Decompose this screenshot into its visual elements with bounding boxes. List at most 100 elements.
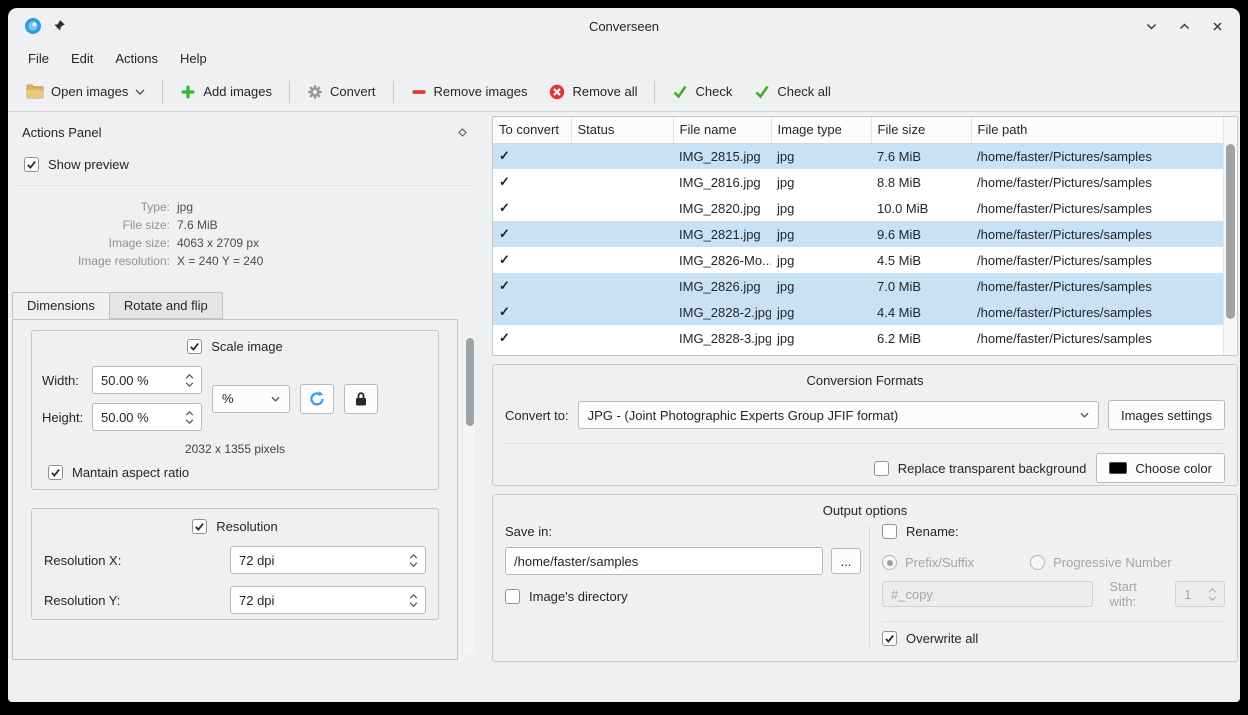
cell-to-convert[interactable]: ✓ xyxy=(493,325,571,351)
resolution-checkbox[interactable]: Resolution xyxy=(192,519,277,534)
table-row[interactable]: ✓ IMG_2828-3.jpg jpg 6.2 MiB /home/faste… xyxy=(493,325,1223,351)
info-type-label: Type: xyxy=(10,200,170,214)
height-spinbox[interactable]: 50.00 % xyxy=(92,403,202,431)
rename-checkbox[interactable]: Rename: xyxy=(882,524,959,539)
table-scrollbar-thumb[interactable] xyxy=(1226,144,1235,319)
lock-icon xyxy=(354,391,368,407)
pixel-size-text: 2032 x 1355 pixels xyxy=(42,442,428,456)
row-check-icon[interactable]: ✓ xyxy=(499,200,510,215)
cell-to-convert[interactable]: ✓ xyxy=(493,169,571,195)
cell-to-convert[interactable]: ✓ xyxy=(493,273,571,299)
table-row[interactable]: ✓ IMG_2816.jpg jpg 8.8 MiB /home/faster/… xyxy=(493,169,1223,195)
row-check-icon[interactable]: ✓ xyxy=(499,252,510,267)
tab-dimensions[interactable]: Dimensions xyxy=(12,292,110,319)
check-button[interactable]: Check xyxy=(662,77,742,106)
cell-to-convert[interactable]: ✓ xyxy=(493,143,571,169)
conversion-formats-group: Conversion Formats Convert to: JPG - (Jo… xyxy=(492,364,1238,486)
lock-aspect-button[interactable] xyxy=(344,384,378,414)
spin-arrows[interactable] xyxy=(407,554,420,567)
width-spinbox[interactable]: 50.00 % xyxy=(92,366,202,394)
unit-combo[interactable]: % xyxy=(212,385,290,413)
replace-transparent-background-checkbox[interactable]: Replace transparent background xyxy=(874,461,1087,476)
convert-button[interactable]: Convert xyxy=(297,77,386,107)
menu-actions[interactable]: Actions xyxy=(105,48,168,69)
remove-images-button[interactable]: Remove images xyxy=(401,77,538,107)
minimize-button[interactable] xyxy=(1145,20,1158,33)
checkbox-icon xyxy=(505,589,520,604)
resolution-x-spinbox[interactable]: 72 dpi xyxy=(230,546,426,574)
remove-minus-icon xyxy=(411,84,427,100)
refresh-dimensions-button[interactable] xyxy=(300,384,334,414)
remove-all-button[interactable]: Remove all xyxy=(539,77,647,107)
scale-image-checkbox[interactable]: Scale image xyxy=(187,339,283,354)
close-button[interactable] xyxy=(1211,20,1224,33)
save-path-input[interactable] xyxy=(505,547,823,575)
row-check-icon[interactable]: ✓ xyxy=(499,174,510,189)
cell-file-size: 4.4 MiB xyxy=(871,299,971,325)
menu-edit[interactable]: Edit xyxy=(61,48,103,69)
open-images-button[interactable]: Open images xyxy=(16,77,155,106)
cell-to-convert[interactable]: ✓ xyxy=(493,195,571,221)
add-images-button[interactable]: Add images xyxy=(170,77,282,107)
cell-file-path: /home/faster/Pictures/samples xyxy=(971,169,1223,195)
spin-arrows[interactable] xyxy=(183,411,196,424)
images-directory-checkbox[interactable]: Image's directory xyxy=(505,589,628,604)
table-row[interactable]: ✓ IMG_2826-Mo... jpg 4.5 MiB /home/faste… xyxy=(493,247,1223,273)
table-row[interactable]: ✓ IMG_2826.jpg jpg 7.0 MiB /home/faster/… xyxy=(493,273,1223,299)
row-check-icon[interactable]: ✓ xyxy=(499,278,510,293)
float-panel-icon[interactable] xyxy=(457,127,468,138)
cell-image-type: jpg xyxy=(771,273,871,299)
choose-color-button[interactable]: Choose color xyxy=(1096,453,1225,483)
chevron-down-icon xyxy=(271,396,280,402)
table-row[interactable]: ✓ IMG_2821.jpg jpg 9.6 MiB /home/faster/… xyxy=(493,221,1223,247)
pin-icon[interactable] xyxy=(52,19,66,33)
info-imagesize-value: 4063 x 2709 px xyxy=(177,236,480,250)
panel-scrollbar-thumb[interactable] xyxy=(466,338,474,426)
format-combo[interactable]: JPG - (Joint Photographic Experts Group … xyxy=(578,401,1099,429)
table-scrollbar[interactable] xyxy=(1223,117,1237,355)
checkbox-icon xyxy=(187,339,202,354)
chevron-down-icon xyxy=(409,562,418,567)
check-icon xyxy=(672,84,688,99)
menu-help[interactable]: Help xyxy=(170,48,217,69)
maintain-aspect-ratio-label: Mantain aspect ratio xyxy=(72,465,189,480)
add-plus-icon xyxy=(180,84,196,100)
chevron-up-icon xyxy=(185,411,194,416)
table-row[interactable]: ✓ IMG_2815.jpg jpg 7.6 MiB /home/faster/… xyxy=(493,143,1223,169)
col-status[interactable]: Status xyxy=(571,117,673,143)
row-check-icon[interactable]: ✓ xyxy=(499,226,510,241)
check-all-button[interactable]: Check all xyxy=(744,77,840,106)
table-row[interactable]: ✓ IMG_2820.jpg jpg 10.0 MiB /home/faster… xyxy=(493,195,1223,221)
col-file-path[interactable]: File path xyxy=(971,117,1223,143)
remove-all-label: Remove all xyxy=(572,84,637,99)
show-preview-checkbox[interactable]: Show preview xyxy=(24,157,129,172)
menu-file[interactable]: File xyxy=(18,48,59,69)
resolution-y-spinbox[interactable]: 72 dpi xyxy=(230,586,426,614)
spin-arrows[interactable] xyxy=(407,594,420,607)
cell-file-path: /home/faster/Pictures/samples xyxy=(971,299,1223,325)
col-file-name[interactable]: File name xyxy=(673,117,771,143)
browse-button[interactable]: ... xyxy=(831,548,861,574)
cell-to-convert[interactable]: ✓ xyxy=(493,221,571,247)
images-settings-button[interactable]: Images settings xyxy=(1108,400,1225,430)
cell-file-path: /home/faster/Pictures/samples xyxy=(971,247,1223,273)
window-title: Converseen xyxy=(8,19,1240,34)
cell-image-type: jpg xyxy=(771,169,871,195)
checkbox-icon xyxy=(24,157,39,172)
panel-scrollbar[interactable] xyxy=(464,336,475,654)
titlebar[interactable]: Converseen xyxy=(8,8,1240,44)
table-row[interactable]: ✓ IMG_2828-2.jpg jpg 4.4 MiB /home/faste… xyxy=(493,299,1223,325)
tab-rotate-and-flip[interactable]: Rotate and flip xyxy=(110,292,223,319)
row-check-icon[interactable]: ✓ xyxy=(499,330,510,345)
maximize-button[interactable] xyxy=(1178,20,1191,33)
cell-to-convert[interactable]: ✓ xyxy=(493,299,571,325)
overwrite-all-checkbox[interactable]: Overwrite all xyxy=(882,631,978,646)
cell-to-convert[interactable]: ✓ xyxy=(493,247,571,273)
col-to-convert[interactable]: To convert xyxy=(493,117,571,143)
col-image-type[interactable]: Image type xyxy=(771,117,871,143)
row-check-icon[interactable]: ✓ xyxy=(499,148,510,163)
row-check-icon[interactable]: ✓ xyxy=(499,304,510,319)
spin-arrows[interactable] xyxy=(183,374,196,387)
col-file-size[interactable]: File size xyxy=(871,117,971,143)
maintain-aspect-ratio-checkbox[interactable]: Mantain aspect ratio xyxy=(48,465,189,480)
